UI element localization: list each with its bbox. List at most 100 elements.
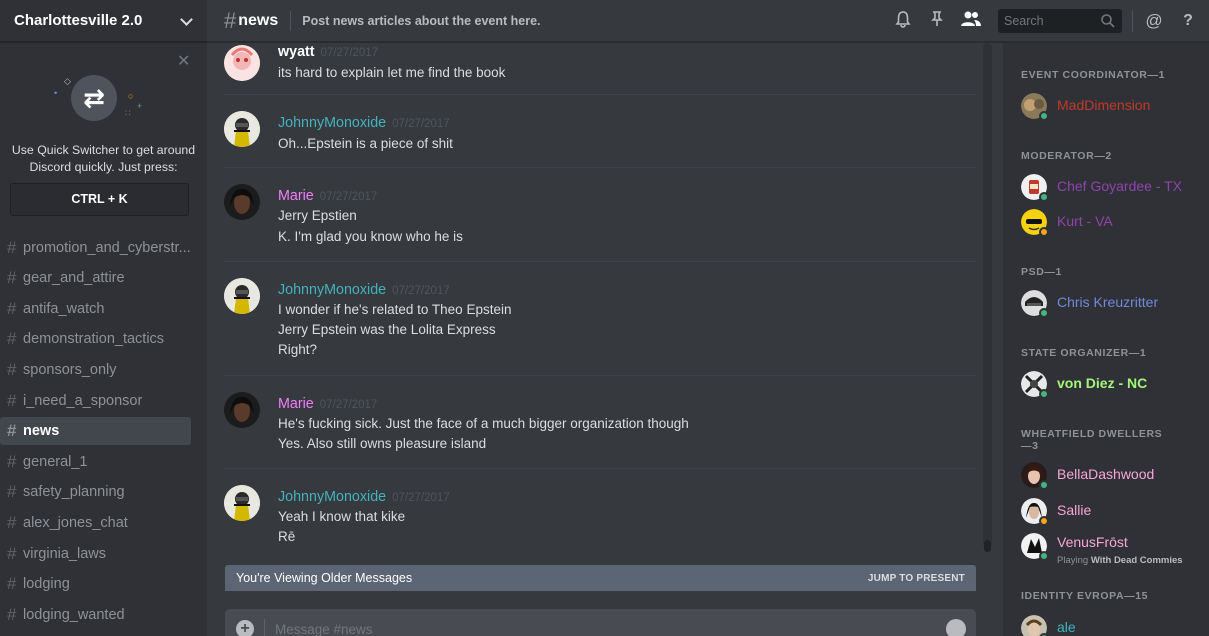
- timestamp: 07/27/2017: [392, 492, 450, 504]
- channel-item-i_need_a_sponsor[interactable]: # i_need_a_sponsor: [0, 387, 191, 415]
- message-input[interactable]: [275, 617, 925, 636]
- hash-icon: #: [7, 543, 17, 563]
- message-group: JohnnyMonoxide 07/27/2017 I wonder if he…: [224, 261, 976, 375]
- members-icon[interactable]: [960, 10, 982, 32]
- status-online-icon: [1039, 551, 1049, 561]
- role-header: STATE ORGANIZER—1: [1021, 347, 1147, 359]
- message-group: wyatt 07/27/2017 its hard to explain let…: [224, 43, 976, 93]
- hash-icon: #: [7, 482, 17, 502]
- channel-item-alex_jones_chat[interactable]: # alex_jones_chat: [0, 509, 191, 537]
- username[interactable]: JohnnyMonoxide: [278, 282, 386, 298]
- member-item[interactable]: Kurt - VA: [1021, 209, 1206, 241]
- status-online-icon: [1039, 308, 1049, 318]
- username[interactable]: Marie: [278, 188, 314, 204]
- avatar[interactable]: [224, 45, 260, 81]
- search-icon: [1101, 14, 1115, 28]
- channel-name: general_1: [23, 453, 88, 470]
- bell-icon[interactable]: [892, 10, 914, 32]
- status-idle-icon: [1039, 227, 1049, 237]
- channel-name: lodging_wanted: [23, 606, 125, 623]
- channel-title: news: [238, 11, 279, 29]
- search-box[interactable]: [998, 9, 1122, 33]
- message-text: Oh...Epstein is a piece of shit: [278, 136, 453, 151]
- member-item[interactable]: BellaDashwood: [1021, 462, 1206, 494]
- avatar[interactable]: [224, 392, 260, 428]
- message-text: its hard to explain let me find the book: [278, 65, 506, 80]
- hash-icon: #: [7, 451, 17, 471]
- toolbar-divider: [1132, 10, 1133, 32]
- member-item[interactable]: Sallie: [1021, 498, 1206, 530]
- mentions-icon[interactable]: @: [1143, 10, 1165, 32]
- avatar[interactable]: [224, 184, 260, 220]
- message-text: Rē: [278, 529, 296, 544]
- pin-icon[interactable]: [926, 10, 948, 32]
- close-icon[interactable]: ✕: [177, 54, 190, 70]
- channel-item-sponsors_only[interactable]: # sponsors_only: [0, 356, 191, 384]
- upload-plus-icon[interactable]: +: [236, 620, 254, 636]
- message-header: Marie 07/27/2017: [278, 396, 377, 412]
- avatar[interactable]: [224, 111, 260, 147]
- member-item[interactable]: ale: [1021, 615, 1206, 636]
- composer-divider: [264, 619, 265, 636]
- guild-header[interactable]: Charlottesville 2.0: [0, 0, 207, 42]
- channel-topic: Post news articles about the event here.: [302, 13, 541, 28]
- scrollbar-thumb[interactable]: [984, 540, 991, 552]
- username[interactable]: Marie: [278, 396, 314, 412]
- message-group: JohnnyMonoxide 07/27/2017 Oh...Epstein i…: [224, 94, 976, 166]
- help-icon[interactable]: ?: [1177, 10, 1199, 32]
- avatar[interactable]: [224, 485, 260, 521]
- channel-item-lodging[interactable]: # lodging: [0, 570, 191, 598]
- channel-item-safety_planning[interactable]: # safety_planning: [0, 478, 191, 506]
- member-name: MadDimension: [1057, 97, 1151, 113]
- member-item[interactable]: VenusFrōst Playing With Dead Commies: [1021, 533, 1206, 569]
- channel-item-gear_and_attire[interactable]: # gear_and_attire: [0, 264, 191, 292]
- channel-item-general_1[interactable]: # general_1: [0, 448, 191, 476]
- username[interactable]: wyatt: [278, 44, 315, 60]
- header-divider: [290, 10, 292, 31]
- member-name: VenusFrōst: [1057, 534, 1128, 550]
- channel-item-demonstration_tactics[interactable]: # demonstration_tactics: [0, 325, 191, 353]
- message-group: Marie 07/27/2017 Jerry Epstien K. I'm gl…: [224, 167, 976, 260]
- username[interactable]: JohnnyMonoxide: [278, 489, 386, 505]
- jump-to-present-button[interactable]: JUMP TO PRESENT: [868, 573, 965, 584]
- channel-item-lodging_wanted[interactable]: # lodging_wanted: [0, 601, 191, 629]
- member-item[interactable]: Chris Kreuzritter: [1021, 290, 1206, 322]
- role-header: WHEATFIELD DWELLERS—3: [1021, 428, 1163, 452]
- channel-list: #flags_banners_signs #promotion_and_cybe…: [0, 207, 207, 631]
- emoji-icon[interactable]: [946, 619, 966, 636]
- channel-name: gear_and_attire: [23, 270, 125, 287]
- message-group: Marie 07/27/2017 He's fucking sick. Just…: [224, 375, 976, 469]
- message-header: JohnnyMonoxide 07/27/2017: [278, 489, 450, 505]
- channel-name: virginia_laws: [23, 545, 107, 562]
- quick-switcher-tip: ✕ ◇ • ○ + ∷ ⇄ Use Quick Switcher to get …: [0, 43, 207, 233]
- message-header: JohnnyMonoxide 07/27/2017: [278, 115, 450, 131]
- channel-item-promotion[interactable]: # promotion_and_cyberstr...: [0, 234, 191, 262]
- username[interactable]: JohnnyMonoxide: [278, 115, 386, 131]
- channel-name: antifa_watch: [23, 300, 105, 317]
- member-name: Sallie: [1057, 502, 1092, 518]
- timestamp: 07/27/2017: [392, 118, 450, 130]
- channel-header: # news Post news articles about the even…: [207, 0, 1209, 42]
- scrollbar-track[interactable]: [983, 43, 992, 548]
- channel-item-virginia_laws[interactable]: # virginia_laws: [0, 540, 191, 568]
- message-text: Right?: [278, 342, 318, 357]
- avatar[interactable]: [224, 278, 260, 314]
- channel-item-antifa_watch[interactable]: # antifa_watch: [0, 295, 191, 323]
- member-item[interactable]: MadDimension: [1021, 93, 1206, 125]
- channel-item-news[interactable]: # news: [0, 417, 191, 446]
- chevron-down-icon[interactable]: [179, 14, 193, 28]
- search-input[interactable]: [998, 14, 1098, 28]
- hash-icon: #: [7, 604, 17, 624]
- timestamp: 07/27/2017: [319, 399, 378, 411]
- member-item[interactable]: Chef Goyardee - TX: [1021, 174, 1206, 206]
- member-item[interactable]: von Diez - NC: [1021, 371, 1206, 403]
- channel-name: sponsors_only: [23, 361, 117, 378]
- member-name: von Diez - NC: [1057, 375, 1148, 391]
- channel-name: news: [23, 423, 60, 440]
- older-messages-text: You're Viewing Older Messages: [236, 571, 413, 585]
- channel-sidebar: Charlottesville 2.0 #flags_banners_signs…: [0, 0, 207, 636]
- hash-icon: #: [7, 298, 17, 318]
- sparkle-icon: ○: [128, 91, 134, 101]
- hash-icon: #: [7, 329, 17, 349]
- member-name: Chris Kreuzritter: [1057, 294, 1159, 310]
